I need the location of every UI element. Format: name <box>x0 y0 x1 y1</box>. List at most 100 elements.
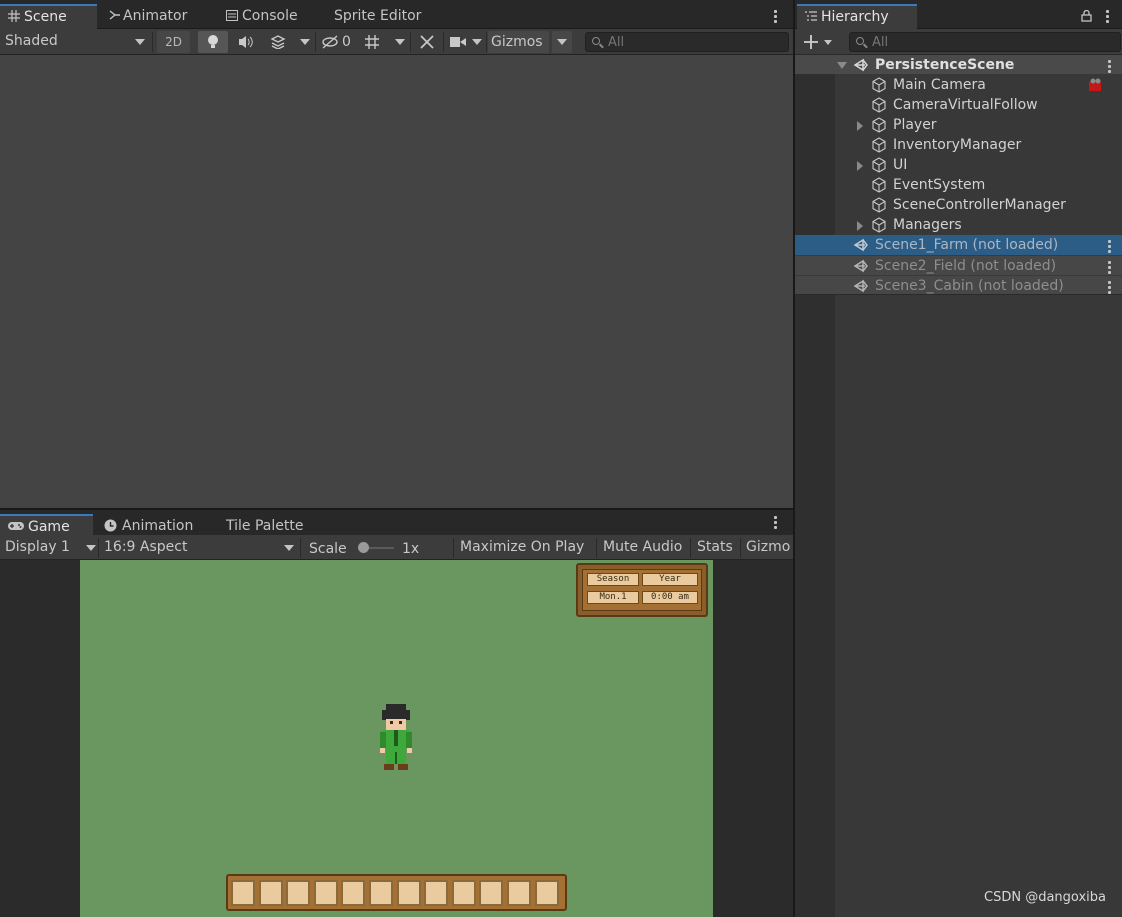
game-view[interactable]: Season Year Mon.1 0:00 am <box>80 560 713 917</box>
hierarchy-item-main-camera[interactable]: Main Camera <box>795 75 1122 95</box>
tab-sprite-editor[interactable]: Sprite Editor <box>326 4 436 29</box>
inventory-slot[interactable] <box>451 880 476 906</box>
camera-toggle-button[interactable] <box>447 31 469 53</box>
scene-row-menu-button[interactable] <box>1108 240 1112 255</box>
scene-panel-menu-button[interactable] <box>774 10 778 25</box>
stats-label: Stats <box>697 539 733 555</box>
list-item-label: SceneControllerManager <box>893 197 1066 213</box>
list-item-label: Main Camera <box>893 77 986 93</box>
hierarchy-item-player[interactable]: Player <box>795 115 1122 135</box>
hierarchy-item-ui[interactable]: UI <box>795 155 1122 175</box>
expand-arrow-icon[interactable] <box>857 161 863 171</box>
gameobject-cube-icon <box>872 77 886 93</box>
2d-toggle-button[interactable]: 2D <box>157 31 190 53</box>
hierarchy-item-managers[interactable]: Managers <box>795 215 1122 235</box>
gizmos-button[interactable]: Gizmo <box>746 535 792 560</box>
hierarchy-item-inventory-manager[interactable]: InventoryManager <box>795 135 1122 155</box>
gameobject-cube-icon <box>872 97 886 113</box>
maximize-on-play-button[interactable]: Maximize On Play <box>460 535 584 560</box>
watermark: CSDN @dangoxiba <box>984 890 1106 905</box>
scene-row-field[interactable]: Scene2_Field (not loaded) <box>795 255 1122 275</box>
scene-row-persistence[interactable]: PersistenceScene <box>795 54 1122 74</box>
tab-animator[interactable]: Animator <box>101 4 211 29</box>
gizmos-button[interactable]: Gizmos <box>488 31 549 53</box>
scene-search-input[interactable] <box>608 34 784 50</box>
gizmos-dropdown-button[interactable] <box>552 31 572 53</box>
scene-row-menu-button[interactable] <box>1108 261 1112 276</box>
game-view-margin-right <box>713 560 793 917</box>
panel-divider[interactable] <box>793 0 795 917</box>
camera-dropdown-icon[interactable] <box>472 39 482 45</box>
tab-hierarchy[interactable]: Hierarchy <box>797 4 917 29</box>
animator-icon <box>109 5 121 20</box>
season-box: Season <box>587 573 639 586</box>
gameobject-cube-icon <box>872 117 886 133</box>
audio-toggle-button[interactable] <box>231 31 261 53</box>
hierarchy-item-camera-virtual-follow[interactable]: CameraVirtualFollow <box>795 95 1122 115</box>
divider <box>98 538 99 558</box>
tab-scene[interactable]: Scene <box>0 4 97 29</box>
collapse-arrow-icon[interactable] <box>837 62 847 69</box>
inventory-slot[interactable] <box>341 880 366 906</box>
inventory-slot[interactable] <box>313 880 338 906</box>
aspect-dropdown[interactable]: 16:9 Aspect <box>104 535 298 560</box>
scale-slider-thumb[interactable] <box>358 542 369 553</box>
inventory-slot[interactable] <box>424 880 449 906</box>
hierarchy-search-input[interactable] <box>872 34 1116 50</box>
hierarchy-menu-button[interactable] <box>1106 10 1110 25</box>
list-item-label: CameraVirtualFollow <box>893 97 1038 113</box>
grid-icon <box>8 7 20 22</box>
scale-slider[interactable] <box>358 542 394 553</box>
list-item-label: Player <box>893 117 937 133</box>
divider <box>443 32 444 52</box>
game-panel-menu-button[interactable] <box>774 516 778 531</box>
scene-search[interactable] <box>585 32 789 52</box>
scene-name: Scene2_Field (not loaded) <box>875 258 1057 274</box>
mute-audio-button[interactable]: Mute Audio <box>603 535 682 560</box>
list-item-label: UI <box>893 157 908 173</box>
gameobject-cube-icon <box>872 157 886 173</box>
divider <box>410 32 411 52</box>
lock-icon[interactable] <box>1081 10 1092 22</box>
inventory-slot[interactable] <box>286 880 311 906</box>
grid-snap-icon <box>365 35 379 49</box>
hierarchy-item-scene-controller-manager[interactable]: SceneControllerManager <box>795 195 1122 215</box>
inventory-slot[interactable] <box>479 880 504 906</box>
shading-mode-dropdown[interactable]: Shaded <box>5 29 150 54</box>
tab-tile-palette-label: Tile Palette <box>226 518 304 534</box>
grid-dropdown-icon[interactable] <box>395 39 405 45</box>
inventory-slot[interactable] <box>396 880 421 906</box>
expand-arrow-icon[interactable] <box>857 221 863 231</box>
clock-icon <box>104 516 117 532</box>
hierarchy-item-event-system[interactable]: EventSystem <box>795 175 1122 195</box>
inventory-slot[interactable] <box>507 880 531 906</box>
visibility-toggle-button[interactable]: 0 <box>318 31 355 53</box>
stats-button[interactable]: Stats <box>697 535 733 560</box>
unity-scene-icon <box>853 238 868 252</box>
gameobject-cube-icon <box>872 137 886 153</box>
lighting-toggle-button[interactable] <box>198 31 228 53</box>
tab-console[interactable]: Console <box>218 4 318 29</box>
list-item-label: Managers <box>893 217 962 233</box>
speaker-icon <box>239 36 253 48</box>
hidden-count: 0 <box>342 34 351 50</box>
inventory-slot[interactable] <box>231 880 255 906</box>
scene-row-cabin[interactable]: Scene3_Cabin (not loaded) <box>795 275 1122 295</box>
hierarchy-search[interactable] <box>849 32 1121 52</box>
scene-row-menu-button[interactable] <box>1108 281 1112 296</box>
inventory-slot[interactable] <box>534 880 559 906</box>
effects-toggle-button[interactable] <box>264 31 292 53</box>
display-label: Display 1 <box>5 539 70 555</box>
effects-dropdown-icon[interactable] <box>300 39 310 45</box>
scene-row-menu-button[interactable] <box>1108 60 1112 75</box>
tools-toggle-button[interactable] <box>414 31 440 53</box>
grid-toggle-button[interactable] <box>360 31 386 53</box>
expand-arrow-icon[interactable] <box>857 121 863 131</box>
inventory-slot[interactable] <box>258 880 283 906</box>
hierarchy-toolbar <box>795 29 1122 55</box>
divider <box>300 538 301 558</box>
display-dropdown[interactable]: Display 1 <box>5 535 97 560</box>
inventory-slot[interactable] <box>369 880 393 906</box>
scene-row-farm[interactable]: Scene1_Farm (not loaded) <box>795 235 1122 255</box>
create-button[interactable] <box>801 32 837 52</box>
